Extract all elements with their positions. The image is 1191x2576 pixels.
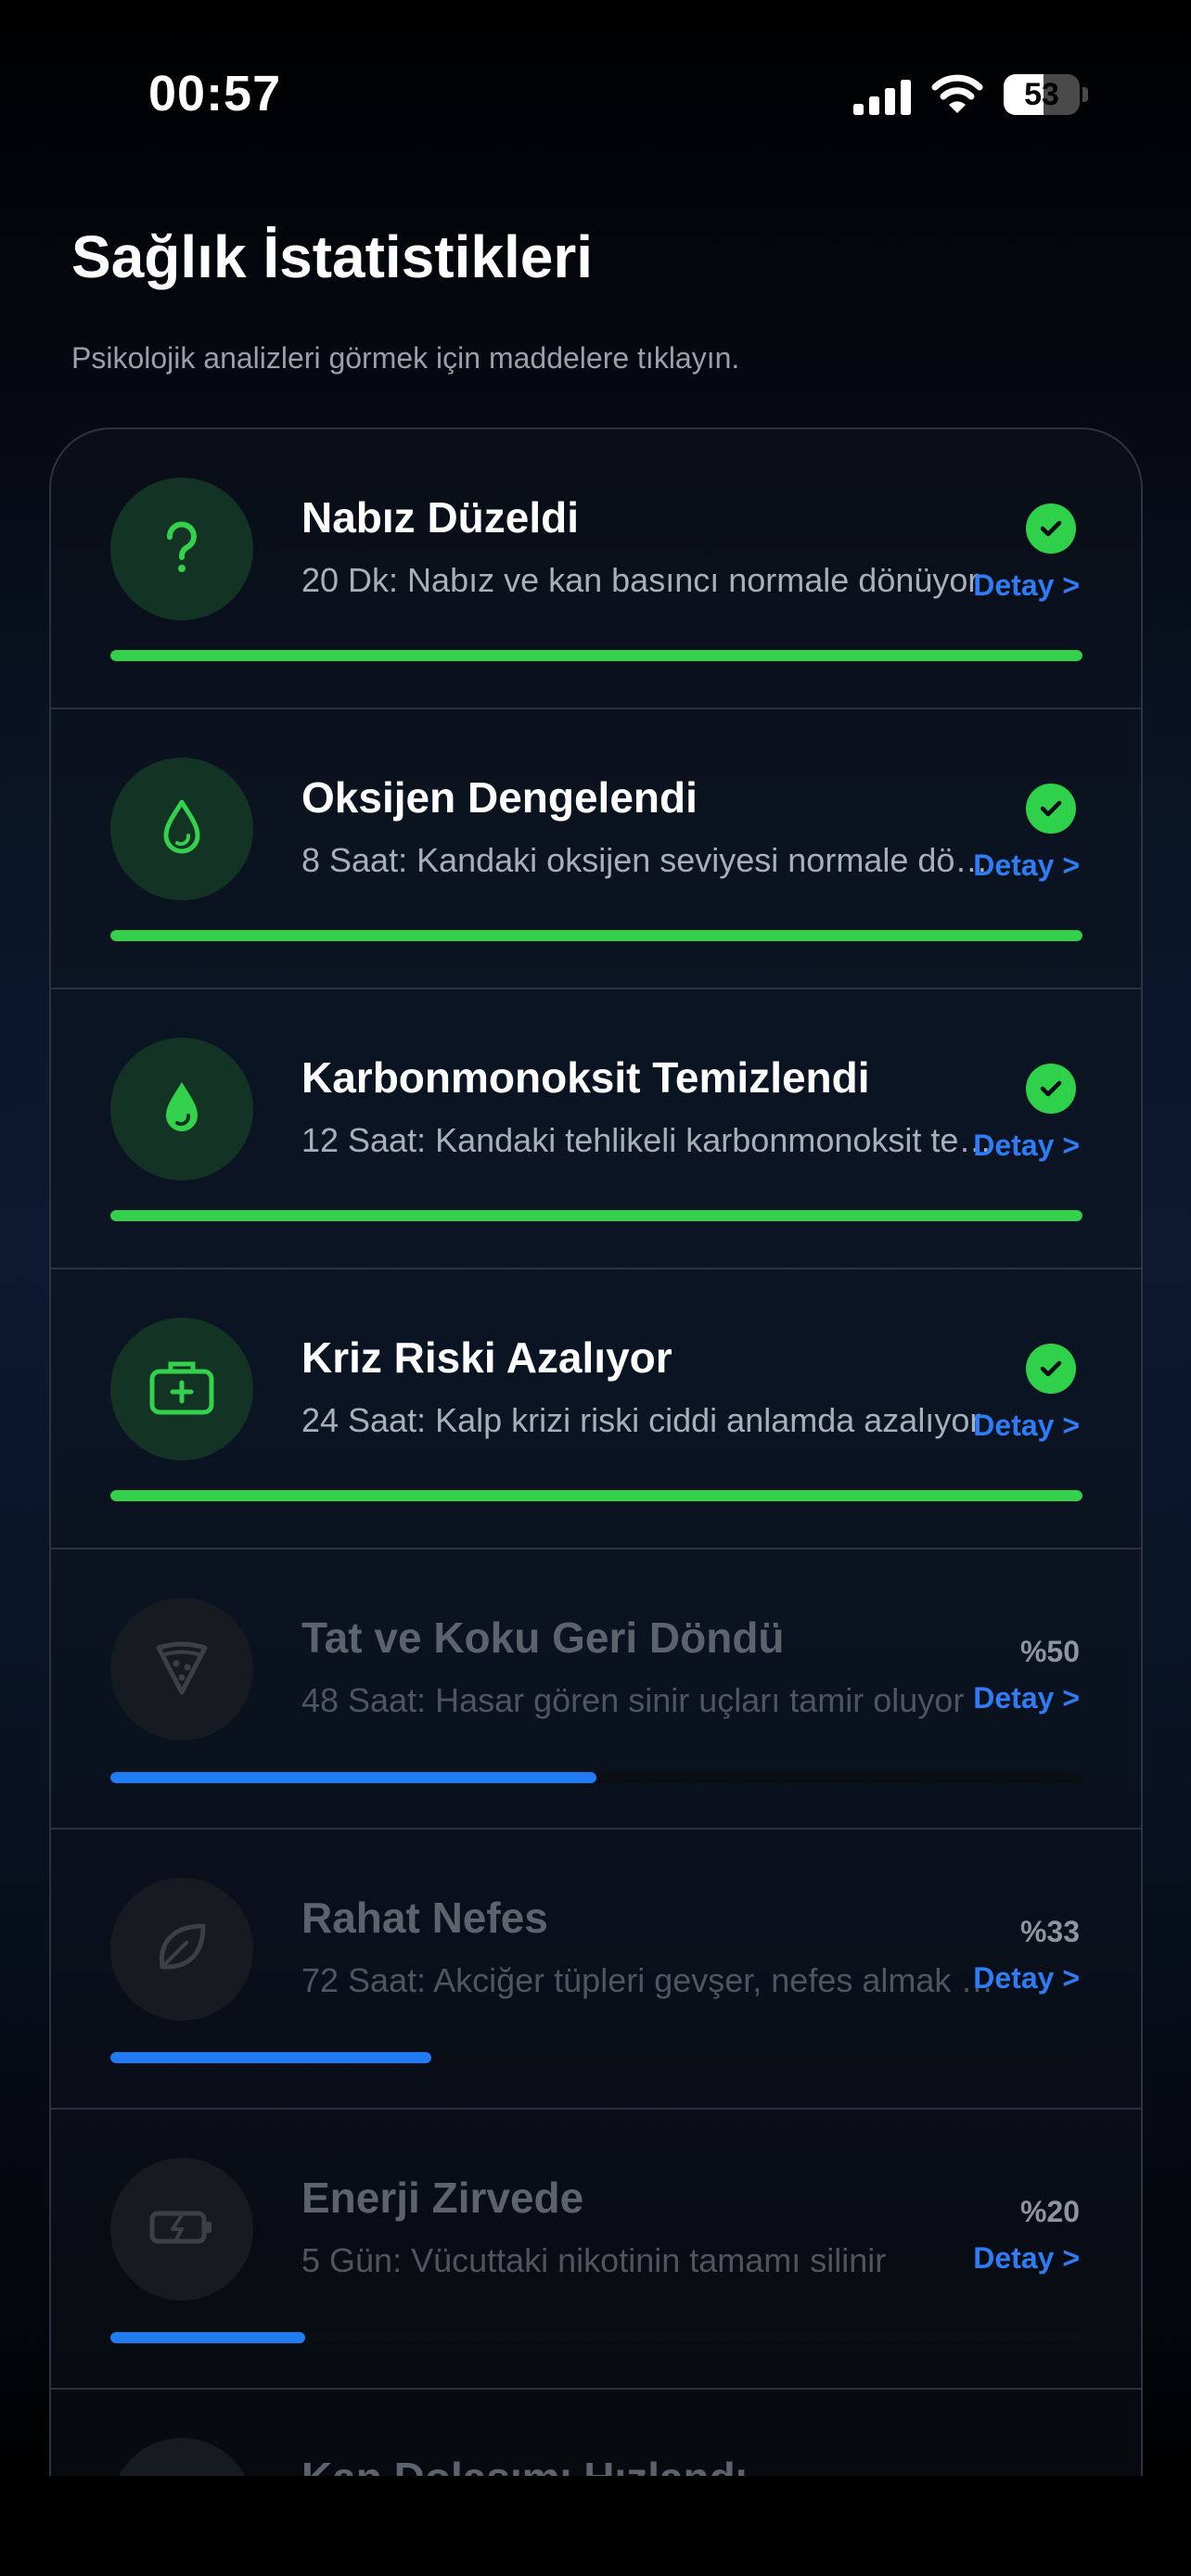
progress-track <box>110 2332 1082 2343</box>
stat-row[interactable]: Karbonmonoksit Temizlendi 12 Saat: Kanda… <box>51 989 1141 1269</box>
progress-fill <box>110 1490 1082 1501</box>
stat-title: Nabız Düzeldi <box>301 493 580 542</box>
question-icon <box>149 515 214 584</box>
progress-track <box>110 650 1082 661</box>
stat-row[interactable]: Tat ve Koku Geri Döndü 48 Saat: Hasar gö… <box>51 1549 1141 1830</box>
stat-percent: %33 <box>1019 1915 1080 1948</box>
stat-title: Karbonmonoksit Temizlendi <box>301 1053 870 1102</box>
bottom-fade <box>0 2476 1191 2576</box>
detail-link[interactable]: Detay > <box>973 2241 1080 2276</box>
stat-title: Tat ve Koku Geri Döndü <box>301 1613 785 1662</box>
progress-fill <box>110 2052 431 2063</box>
stat-description: 48 Saat: Hasar gören sinir uçları tamir … <box>301 1681 965 1719</box>
drop-outline-icon <box>149 795 214 864</box>
stat-description: 20 Dk: Nabız ve kan basıncı normale dönü… <box>301 561 980 599</box>
progress-track <box>110 2052 1082 2063</box>
stat-description: 5 Gün: Vücuttaki nikotinin tamamı silini… <box>301 2241 887 2279</box>
detail-link[interactable]: Detay > <box>973 1681 1080 1715</box>
battery-charging-icon <box>147 2195 217 2264</box>
stat-icon-circle <box>110 1878 253 2021</box>
stat-row[interactable]: Kriz Riski Azalıyor 24 Saat: Kalp krizi … <box>51 1269 1141 1549</box>
detail-link[interactable]: Detay > <box>973 1409 1080 1443</box>
stat-icon-circle <box>110 1318 253 1460</box>
detail-link[interactable]: Detay > <box>973 848 1080 883</box>
health-stats-list: Nabız Düzeldi 20 Dk: Nabız ve kan basınc… <box>49 427 1143 2576</box>
checkmark-icon <box>1026 1064 1076 1114</box>
progress-track <box>110 1490 1082 1501</box>
stat-title: Enerji Zirvede <box>301 2174 584 2222</box>
medkit-icon <box>147 1355 217 1424</box>
stat-title: Rahat Nefes <box>301 1894 548 1942</box>
progress-track <box>110 1772 1082 1783</box>
stat-icon-circle <box>110 758 253 900</box>
progress-track <box>110 1210 1082 1221</box>
detail-link[interactable]: Detay > <box>973 1129 1080 1163</box>
battery-level: 53 <box>1024 77 1059 112</box>
stat-percent: %20 <box>1019 2195 1080 2228</box>
stat-title: Oksijen Dengelendi <box>301 773 698 822</box>
detail-link[interactable]: Detay > <box>973 1961 1080 1996</box>
battery-icon: 53 <box>1004 74 1088 115</box>
cellular-signal-icon <box>853 80 911 115</box>
progress-fill <box>110 1772 596 1783</box>
progress-fill <box>110 930 1082 941</box>
leaf-icon <box>149 1915 214 1984</box>
stat-description: 24 Saat: Kalp krizi riski ciddi anlamda … <box>301 1401 981 1439</box>
progress-track <box>110 930 1082 941</box>
stat-description: 8 Saat: Kandaki oksijen seviyesi normale… <box>301 841 997 879</box>
page-subtitle: Psikolojik analizleri görmek için maddel… <box>71 341 740 375</box>
progress-fill <box>110 650 1082 661</box>
stat-icon-circle <box>110 2158 253 2301</box>
stat-row[interactable]: Nabız Düzeldi 20 Dk: Nabız ve kan basınc… <box>51 429 1141 709</box>
detail-link[interactable]: Detay > <box>973 568 1080 603</box>
checkmark-icon <box>1026 784 1076 834</box>
stat-description: 12 Saat: Kandaki tehlikeli karbonmonoksi… <box>301 1121 997 1159</box>
stat-row[interactable]: Oksijen Dengelendi 8 Saat: Kandaki oksij… <box>51 709 1141 989</box>
status-bar: 00:57 53 <box>0 0 1191 185</box>
page-title: Sağlık İstatistikleri <box>71 223 594 290</box>
stat-icon-circle <box>110 1038 253 1180</box>
stat-percent: %50 <box>1019 1635 1080 1668</box>
stat-row[interactable]: Rahat Nefes 72 Saat: Akciğer tüpleri gev… <box>51 1830 1141 2110</box>
stat-title: Kriz Riski Azalıyor <box>301 1333 672 1382</box>
stat-icon-circle <box>110 1598 253 1741</box>
progress-fill <box>110 1210 1082 1221</box>
drop-filled-icon <box>149 1075 214 1144</box>
checkmark-icon <box>1026 504 1076 554</box>
status-time: 00:57 <box>148 66 282 121</box>
stat-description: 72 Saat: Akciğer tüpleri gevşer, nefes a… <box>301 1961 997 1999</box>
checkmark-icon <box>1026 1344 1076 1394</box>
stat-row[interactable]: Enerji Zirvede 5 Gün: Vücuttaki nikotini… <box>51 2110 1141 2390</box>
pizza-icon <box>149 1635 214 1704</box>
stat-icon-circle <box>110 478 253 620</box>
progress-fill <box>110 2332 305 2343</box>
wifi-icon <box>931 74 983 113</box>
